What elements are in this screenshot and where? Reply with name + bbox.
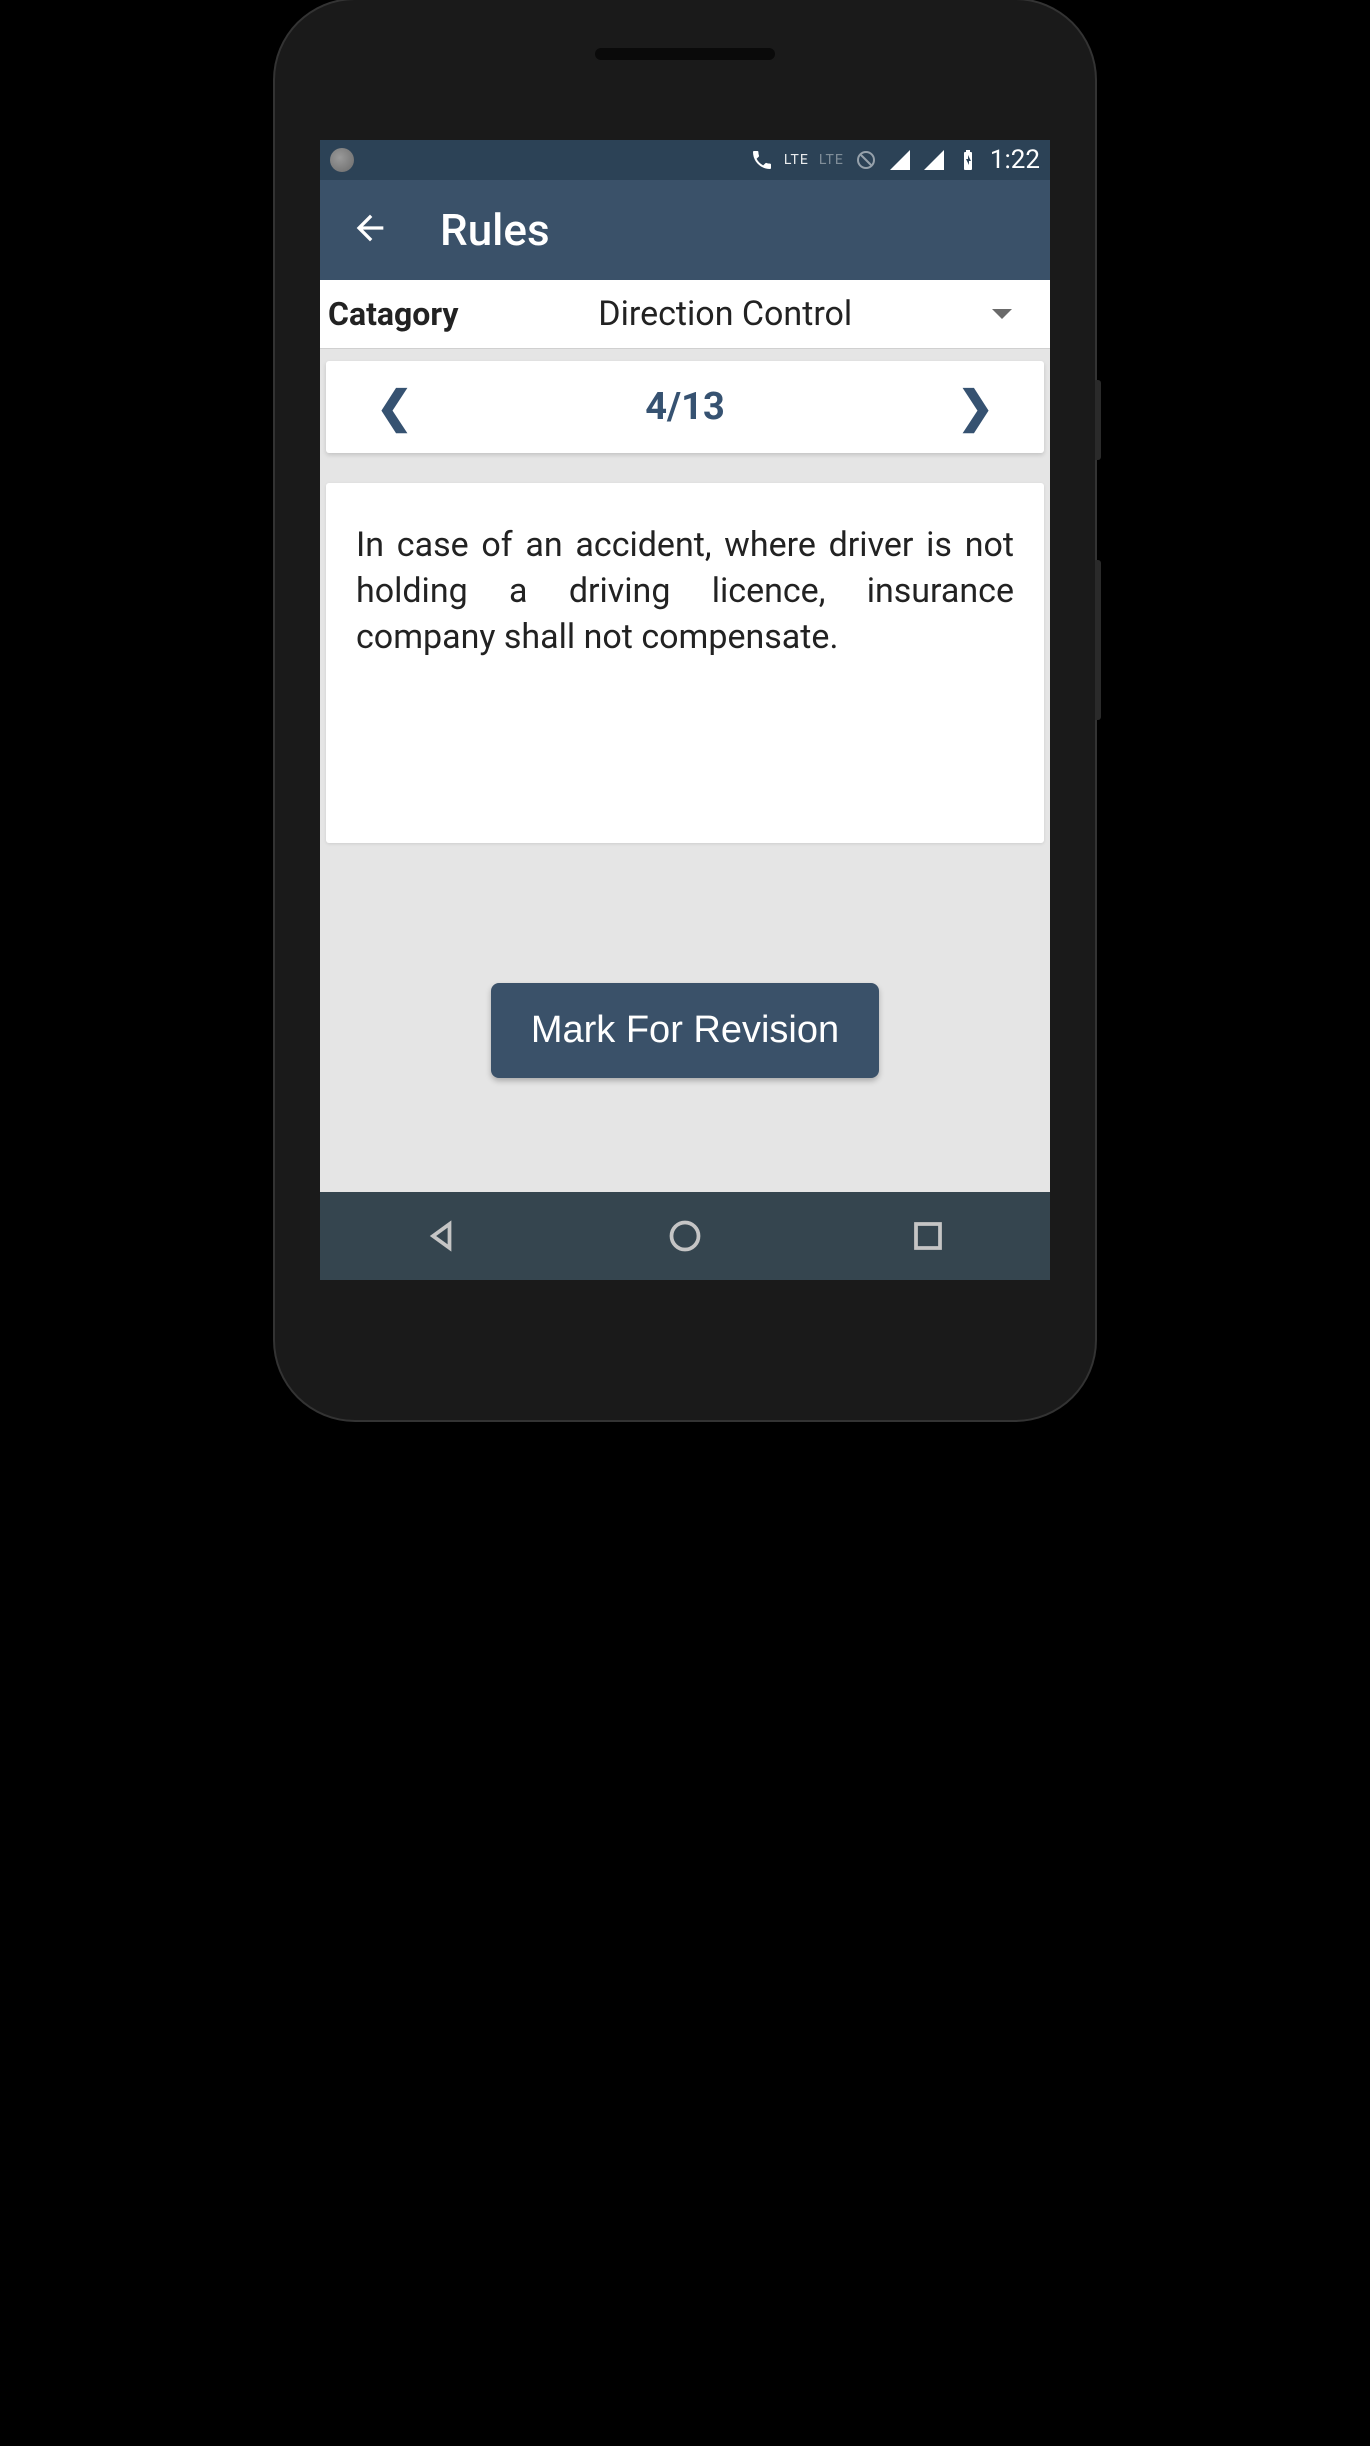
clock: 1:22 bbox=[990, 145, 1040, 175]
system-nav-bar bbox=[320, 1192, 1050, 1280]
back-button[interactable] bbox=[350, 208, 390, 252]
category-selector[interactable]: Catagory Direction Control bbox=[320, 280, 1050, 349]
pager: ❮ 4/13 ❯ bbox=[326, 361, 1044, 453]
nav-home-button[interactable] bbox=[667, 1218, 703, 1254]
phone-frame: LTE LTE 1:22 Rules Catagory Direction Co… bbox=[275, 0, 1095, 1420]
prev-button[interactable]: ❮ bbox=[376, 385, 413, 429]
phone-side-button bbox=[1095, 380, 1101, 460]
chevron-down-icon bbox=[992, 309, 1012, 319]
phone-speaker bbox=[595, 48, 775, 60]
screen: LTE LTE 1:22 Rules Catagory Direction Co… bbox=[320, 140, 1050, 1280]
app-bar: Rules bbox=[320, 180, 1050, 280]
pager-counter: 4/13 bbox=[645, 385, 725, 429]
category-value: Direction Control bbox=[458, 294, 992, 334]
triangle-back-icon bbox=[424, 1218, 460, 1254]
phone-side-button bbox=[1095, 560, 1101, 720]
category-label: Catagory bbox=[328, 295, 458, 333]
nav-recent-button[interactable] bbox=[910, 1218, 946, 1254]
phone-call-icon bbox=[750, 148, 774, 172]
nav-back-button[interactable] bbox=[424, 1218, 460, 1254]
rule-card: In case of an accident, where driver is … bbox=[326, 483, 1044, 843]
page-title: Rules bbox=[440, 204, 550, 256]
mark-for-revision-button[interactable]: Mark For Revision bbox=[491, 983, 879, 1078]
rule-text: In case of an accident, where driver is … bbox=[356, 523, 1014, 661]
status-loading-icon bbox=[330, 148, 354, 172]
lte-label: LTE bbox=[784, 152, 809, 168]
signal-icon bbox=[922, 148, 946, 172]
content: Catagory Direction Control ❮ 4/13 ❯ In c… bbox=[320, 280, 1050, 1192]
next-button[interactable]: ❯ bbox=[957, 385, 994, 429]
lte-label-dim: LTE bbox=[819, 152, 844, 168]
no-signal-icon bbox=[854, 148, 878, 172]
status-icons: LTE LTE 1:22 bbox=[750, 145, 1040, 175]
battery-charging-icon bbox=[956, 148, 980, 172]
status-bar: LTE LTE 1:22 bbox=[320, 140, 1050, 180]
circle-home-icon bbox=[667, 1218, 703, 1254]
square-recent-icon bbox=[910, 1218, 946, 1254]
arrow-left-icon bbox=[350, 208, 390, 248]
signal-icon bbox=[888, 148, 912, 172]
